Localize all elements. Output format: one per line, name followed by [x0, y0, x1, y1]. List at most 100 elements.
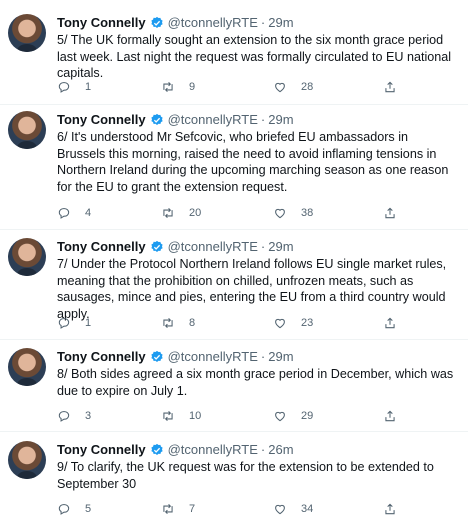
timestamp[interactable]: 29m	[268, 15, 293, 31]
like-button[interactable]: 38	[273, 205, 313, 221]
tweet-actions: 1 9 28	[57, 79, 457, 95]
tweet[interactable]: Tony Connelly @tconnellyRTE · 26m 9/ To …	[0, 441, 468, 521]
retweet-count: 8	[189, 317, 196, 329]
like-button[interactable]: 23	[273, 315, 313, 331]
reply-button[interactable]: 3	[57, 408, 91, 424]
author-name[interactable]: Tony Connelly	[57, 239, 146, 255]
like-count: 23	[301, 317, 314, 329]
avatar[interactable]	[8, 238, 46, 276]
like-icon	[275, 208, 285, 219]
reply-icon	[58, 411, 70, 422]
share-icon	[385, 207, 395, 219]
tweet-header: Tony Connelly @tconnellyRTE · 29m	[57, 112, 294, 128]
like-count: 28	[301, 81, 314, 93]
tweet-text: 7/ Under the Protocol Northern Ireland f…	[57, 257, 447, 321]
author-name[interactable]: Tony Connelly	[57, 112, 146, 128]
timestamp[interactable]: 29m	[268, 239, 293, 255]
tweet-actions: 1 8 23	[57, 315, 457, 331]
like-icon	[275, 318, 285, 329]
tweet-header: Tony Connelly @tconnellyRTE · 26m	[57, 442, 294, 458]
separator-dot: ·	[260, 349, 266, 364]
like-count: 34	[301, 503, 314, 515]
tweet-text: 9/ To clarify, the UK request was for th…	[57, 460, 434, 491]
author-name[interactable]: Tony Connelly	[57, 349, 146, 365]
share-button[interactable]	[383, 501, 397, 517]
tweet-header: Tony Connelly @tconnellyRTE · 29m	[57, 15, 294, 31]
retweet-icon	[163, 317, 173, 329]
retweet-button[interactable]: 7	[161, 501, 195, 517]
verified-badge-icon	[151, 240, 163, 252]
separator-dot: ·	[260, 442, 266, 457]
retweet-count: 7	[189, 503, 196, 515]
tweet-text: 5/ The UK formally sought an extension t…	[57, 33, 452, 80]
reply-button[interactable]: 5	[57, 501, 91, 517]
tweet[interactable]: Tony Connelly @tconnellyRTE · 29m 7/ Und…	[0, 238, 468, 338]
verified-badge-icon	[151, 113, 163, 125]
tweet-actions: 3 10 29	[57, 408, 457, 424]
tweet-divider	[0, 431, 468, 432]
like-button[interactable]: 28	[273, 79, 313, 95]
tweet-divider	[0, 339, 468, 340]
tweet-header: Tony Connelly @tconnellyRTE · 29m	[57, 349, 294, 365]
reply-button[interactable]: 1	[57, 315, 91, 331]
author-handle[interactable]: @tconnellyRTE	[168, 112, 258, 128]
retweet-button[interactable]: 10	[161, 408, 201, 424]
avatar[interactable]	[8, 348, 46, 386]
share-icon	[385, 410, 395, 422]
reply-icon	[58, 82, 70, 93]
share-button[interactable]	[383, 315, 397, 331]
tweet[interactable]: Tony Connelly @tconnellyRTE · 29m 8/ Bot…	[0, 348, 468, 428]
author-name[interactable]: Tony Connelly	[57, 15, 146, 31]
verified-badge-icon	[151, 16, 163, 28]
reply-button[interactable]: 4	[57, 205, 91, 221]
tweet-thread: Tony Connelly @tconnellyRTE · 29m 5/ The…	[0, 0, 468, 521]
retweet-button[interactable]: 8	[161, 315, 195, 331]
avatar[interactable]	[8, 441, 46, 479]
tweet[interactable]: Tony Connelly @tconnellyRTE · 29m 5/ The…	[0, 14, 468, 104]
like-icon	[275, 82, 285, 93]
retweet-icon	[163, 503, 173, 515]
reply-button[interactable]: 1	[57, 79, 91, 95]
tweet[interactable]: Tony Connelly @tconnellyRTE · 29m 6/ It'…	[0, 111, 468, 229]
reply-icon	[58, 318, 70, 329]
author-handle[interactable]: @tconnellyRTE	[168, 239, 258, 255]
timestamp[interactable]: 29m	[268, 349, 293, 365]
tweet-divider	[0, 229, 468, 230]
like-icon	[275, 504, 285, 515]
retweet-count: 20	[189, 207, 202, 219]
like-button[interactable]: 29	[273, 408, 313, 424]
separator-dot: ·	[260, 112, 266, 127]
like-icon	[275, 411, 285, 422]
like-button[interactable]: 34	[273, 501, 313, 517]
tweet-header: Tony Connelly @tconnellyRTE · 29m	[57, 239, 294, 255]
like-count: 38	[301, 207, 314, 219]
share-icon	[385, 503, 395, 515]
timestamp[interactable]: 29m	[268, 112, 293, 128]
retweet-button[interactable]: 20	[161, 205, 201, 221]
retweet-icon	[163, 207, 173, 219]
author-name[interactable]: Tony Connelly	[57, 442, 146, 458]
author-handle[interactable]: @tconnellyRTE	[168, 349, 258, 365]
author-handle[interactable]: @tconnellyRTE	[168, 15, 258, 31]
retweet-icon	[163, 81, 173, 93]
verified-badge-icon	[151, 350, 163, 362]
tweet-text: 8/ Both sides agreed a six month grace p…	[57, 367, 454, 398]
reply-icon	[58, 208, 70, 219]
share-button[interactable]	[383, 79, 397, 95]
retweet-button[interactable]: 9	[161, 79, 195, 95]
author-handle[interactable]: @tconnellyRTE	[168, 442, 258, 458]
separator-dot: ·	[260, 239, 266, 254]
share-icon	[385, 81, 395, 93]
tweet-text: 6/ It's understood Mr Sefcovic, who brie…	[57, 130, 449, 194]
reply-count: 1	[85, 81, 92, 93]
reply-icon	[58, 504, 70, 515]
timestamp[interactable]: 26m	[268, 442, 293, 458]
avatar[interactable]	[8, 111, 46, 149]
share-button[interactable]	[383, 205, 397, 221]
reply-count: 1	[85, 317, 92, 329]
tweet-actions: 4 20 38	[57, 205, 457, 221]
avatar[interactable]	[8, 14, 46, 52]
share-button[interactable]	[383, 408, 397, 424]
reply-count: 3	[85, 410, 92, 422]
retweet-count: 10	[189, 410, 202, 422]
